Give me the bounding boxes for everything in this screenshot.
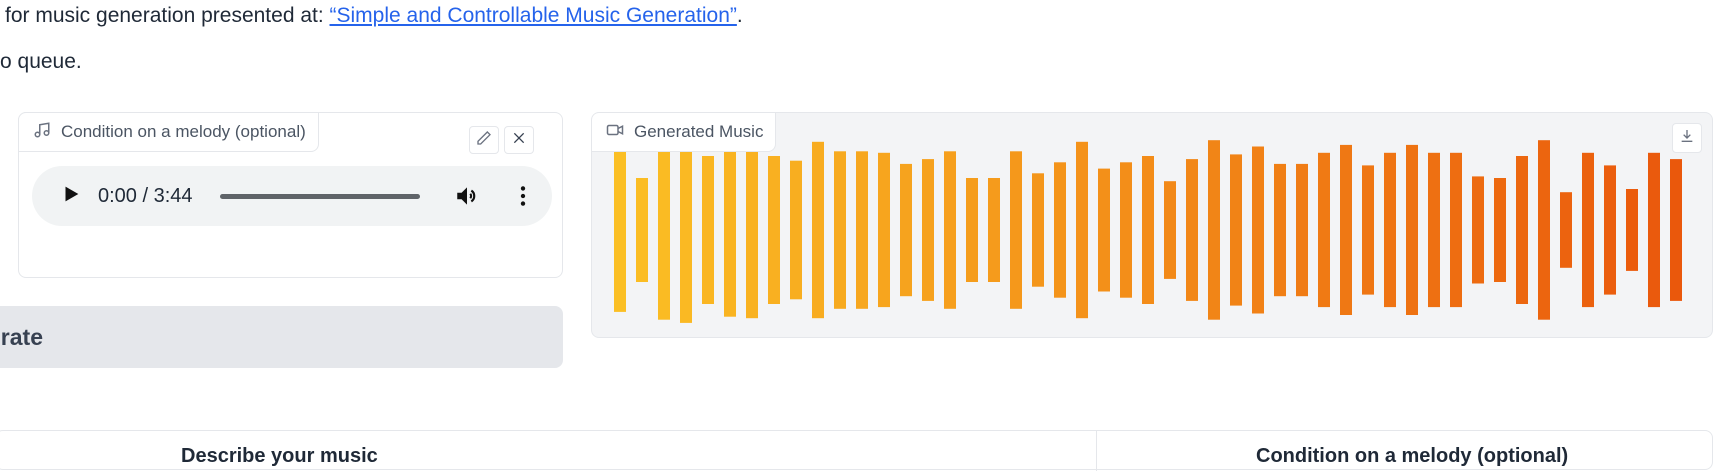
waveform-bar: [1648, 152, 1660, 308]
pencil-icon: [476, 130, 492, 151]
waveform-bar: [1032, 173, 1044, 287]
bottom-tabs: Describe your music Condition on a melod…: [0, 430, 1713, 471]
waveform-bar: [1582, 152, 1594, 308]
waveform-bar: [636, 178, 648, 282]
more-options-icon[interactable]: [510, 183, 536, 214]
play-icon[interactable]: [60, 183, 82, 210]
waveform-bar: [1626, 189, 1638, 271]
waveform-bar: [724, 143, 736, 317]
waveform-bar: [1098, 168, 1110, 292]
generated-music-label-text: Generated Music: [634, 122, 764, 141]
waveform-bar: [1406, 144, 1418, 315]
intro-text-prefix: for music generation presented at:: [5, 4, 330, 27]
waveform-bar: [1670, 159, 1682, 301]
generate-button[interactable]: erate: [0, 306, 563, 368]
intro-text-suffix: .: [736, 4, 743, 27]
waveform-bar: [1252, 146, 1264, 314]
waveform-bar: [812, 141, 824, 319]
waveform-bar: [1428, 152, 1440, 308]
close-icon: [511, 130, 527, 151]
edit-button[interactable]: [469, 126, 499, 154]
waveform-bar: [922, 159, 934, 301]
waveform-bar: [1296, 163, 1308, 297]
tab-divider: [1096, 431, 1097, 471]
volume-icon[interactable]: [454, 183, 480, 214]
waveform-bar: [834, 151, 846, 309]
waveform-bar: [900, 163, 912, 297]
download-button[interactable]: [1672, 123, 1702, 153]
melody-label: Condition on a melody (optional): [18, 112, 319, 152]
waveform-bar: [1274, 163, 1286, 297]
paper-link[interactable]: “Simple and Controllable Music Generatio…: [330, 4, 737, 27]
waveform-bar: [1450, 152, 1462, 308]
waveform-bar: [1142, 156, 1154, 304]
waveform-bar: [658, 140, 670, 320]
intro-text-line-2: o queue.: [0, 50, 82, 73]
melody-input-panel: Condition on a melody (optional) 0:00 / …: [18, 112, 563, 278]
waveform-bar: [1230, 154, 1242, 306]
waveform-bar: [1604, 165, 1616, 295]
download-icon: [1679, 128, 1695, 149]
tab-melody-condition[interactable]: Condition on a melody (optional): [1256, 445, 1568, 468]
audio-time: 0:00 / 3:44: [98, 184, 193, 207]
waveform-bar: [1208, 140, 1220, 320]
waveform-bar: [1362, 165, 1374, 295]
waveform-bar: [1472, 176, 1484, 284]
waveform-bar: [1076, 141, 1088, 319]
waveform-bar: [768, 156, 780, 304]
intro-text-line-1: for music generation presented at: “Simp…: [5, 4, 743, 28]
waveform-bar: [944, 151, 956, 309]
video-camera-icon: [606, 121, 624, 144]
waveform-bar: [614, 148, 626, 312]
audio-player[interactable]: 0:00 / 3:44: [32, 166, 552, 226]
waveform-bar: [1340, 144, 1352, 315]
waveform-bar: [988, 178, 1000, 282]
waveform-bar: [1516, 156, 1528, 304]
clear-button[interactable]: [504, 126, 534, 154]
melody-label-text: Condition on a melody (optional): [61, 122, 306, 141]
waveform-bar: [856, 151, 868, 309]
waveform-bar: [1120, 162, 1132, 298]
waveform-bar: [1560, 192, 1572, 268]
waveform-bar: [1054, 162, 1066, 298]
waveform-bar: [1318, 152, 1330, 308]
waveform-bar: [966, 178, 978, 282]
waveform-bar: [1186, 159, 1198, 301]
audio-progress-slider[interactable]: [220, 194, 420, 199]
generated-music-label: Generated Music: [592, 113, 777, 152]
waveform-bar: [746, 141, 758, 319]
waveform-bar: [1164, 181, 1176, 279]
tab-describe-music[interactable]: Describe your music: [181, 445, 378, 468]
waveform-bar: [1010, 151, 1022, 309]
generated-music-panel: Generated Music: [591, 112, 1713, 338]
waveform-bar: [680, 137, 692, 323]
music-note-icon: [33, 121, 51, 144]
waveform-bar: [1538, 140, 1550, 320]
waveform-bar: [1494, 178, 1506, 282]
waveform-bar: [878, 152, 890, 308]
generate-button-label: erate: [0, 323, 43, 350]
waveform-bar: [790, 160, 802, 300]
waveform-bar: [702, 156, 714, 304]
waveform-bar: [1384, 152, 1396, 308]
